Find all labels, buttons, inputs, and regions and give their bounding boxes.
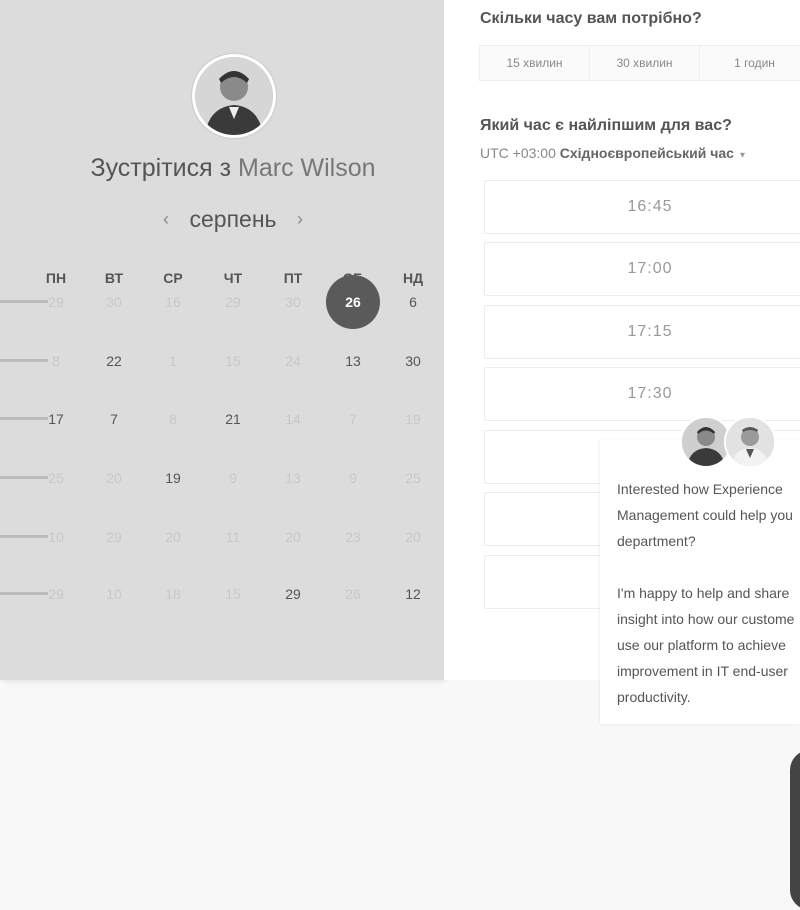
- calendar-day: 1: [169, 353, 177, 369]
- calendar-day: 16: [165, 294, 181, 310]
- duration-option-15[interactable]: 15 хвилин: [480, 46, 590, 80]
- calendar-day-available[interactable]: 22: [89, 351, 139, 371]
- row-indicator: [0, 417, 48, 420]
- calendar-day: 11: [225, 529, 241, 545]
- calendar-day: 7: [349, 411, 357, 427]
- calendar-day: 14: [285, 411, 301, 427]
- calendar-day-available[interactable]: 30: [388, 351, 438, 371]
- calendar-day: 29: [106, 529, 122, 545]
- calendar-day: 23: [345, 529, 361, 545]
- calendar-day-available[interactable]: 13: [328, 351, 378, 371]
- calendar-day: 20: [165, 529, 181, 545]
- time-slot[interactable]: 17:15: [484, 305, 800, 359]
- weekday-label: СР: [163, 270, 183, 286]
- row-indicator: [0, 535, 48, 538]
- chat-line: improvement in IT end-user: [617, 663, 788, 679]
- calendar-day: 8: [169, 411, 177, 427]
- time-slot-label: 17:15: [627, 323, 673, 340]
- calendar-day: 19: [405, 411, 421, 427]
- page-title: Зустрітися з Marc Wilson: [0, 154, 466, 183]
- duration-selector: 15 хвилин 30 хвилин 1 годин: [479, 45, 800, 81]
- calendar-day: 25: [405, 470, 421, 486]
- calendar-day-available[interactable]: 21: [208, 409, 258, 429]
- timezone-selector[interactable]: UTC +03:00 Східноєвропейський час ▾: [480, 145, 745, 161]
- title-prefix: Зустрітися з: [90, 154, 239, 182]
- next-month-icon[interactable]: ›: [292, 209, 308, 230]
- chat-line: Interested how Experience: [617, 481, 783, 497]
- chat-launcher[interactable]: [790, 750, 800, 910]
- weekday-label: ВТ: [104, 270, 124, 286]
- calendar-day: 20: [405, 529, 421, 545]
- weekday-label: ЧТ: [223, 270, 243, 286]
- calendar-day: 29: [225, 294, 241, 310]
- calendar-day: 20: [285, 529, 301, 545]
- calendar-day: 9: [229, 470, 237, 486]
- calendar-day: 26: [345, 586, 361, 602]
- calendar-day: 13: [285, 470, 301, 486]
- calendar-day: 15: [225, 353, 241, 369]
- time-slot-label: 16:45: [627, 198, 673, 215]
- chat-line: I'm happy to help and share: [617, 585, 790, 601]
- agent-avatar: [724, 416, 776, 468]
- person-icon: [195, 57, 273, 135]
- chat-line: insight into how our custome: [617, 611, 795, 627]
- calendar-panel: Зустрітися з Marc Wilson ‹ серпень › ПН В…: [0, 0, 444, 680]
- calendar-day: 30: [285, 294, 301, 310]
- calendar-day-available[interactable]: 6: [388, 292, 438, 312]
- chat-line: productivity.: [617, 689, 691, 705]
- chat-popup[interactable]: Interested how Experience Management cou…: [600, 416, 800, 724]
- time-slot[interactable]: 16:45: [484, 180, 800, 234]
- calendar-day: 24: [285, 353, 301, 369]
- person-icon: [726, 418, 774, 466]
- row-indicator: [0, 592, 48, 595]
- calendar-day-available[interactable]: 12: [388, 584, 438, 604]
- chat-line: Management could help you: [617, 507, 793, 523]
- chat-avatars: [680, 416, 776, 470]
- calendar-day: 10: [106, 586, 122, 602]
- selected-day[interactable]: 26: [326, 275, 380, 329]
- calendar-day-available[interactable]: 19: [148, 468, 198, 488]
- duration-option-30[interactable]: 30 хвилин: [590, 46, 700, 80]
- person-icon: [682, 418, 730, 466]
- calendar-day: 20: [106, 470, 122, 486]
- timezone-name: Східноєвропейський час: [559, 145, 734, 161]
- calendar-day: 30: [106, 294, 122, 310]
- row-indicator: [0, 476, 48, 479]
- prev-month-icon[interactable]: ‹: [158, 209, 174, 230]
- time-slot-label: 17:00: [627, 260, 673, 277]
- weekday-label: ПН: [45, 270, 67, 286]
- caret-down-icon: ▾: [739, 150, 745, 161]
- chat-line: use our platform to achieve: [617, 637, 786, 653]
- timezone-offset: UTC +03:00: [480, 145, 560, 161]
- chat-message: Interested how Experience Management cou…: [617, 476, 800, 710]
- duration-option-60[interactable]: 1 годин: [700, 46, 800, 80]
- calendar-day: 15: [225, 586, 241, 602]
- row-indicator: [0, 300, 48, 303]
- weekday-label: ПТ: [283, 270, 303, 286]
- weekday-label: НД: [402, 270, 424, 286]
- month-navigation: ‹ серпень ›: [158, 204, 308, 234]
- time-slot-label: 17:30: [627, 385, 673, 402]
- calendar-day: 9: [349, 470, 357, 486]
- time-slot[interactable]: 17:00: [484, 242, 800, 296]
- month-label: серпень: [189, 205, 277, 232]
- calendar-day: 18: [165, 586, 181, 602]
- calendar-day-available[interactable]: 29: [268, 584, 318, 604]
- row-indicator: [0, 359, 48, 362]
- chat-line: department?: [617, 533, 696, 549]
- calendar-day-available[interactable]: 7: [89, 409, 139, 429]
- host-name: Marc Wilson: [238, 154, 376, 182]
- host-avatar: [192, 54, 276, 138]
- duration-question: Скільки часу вам потрібно?: [480, 10, 702, 27]
- time-slot[interactable]: 17:30: [484, 367, 800, 421]
- time-question: Який час є найліпшим для вас?: [480, 117, 732, 134]
